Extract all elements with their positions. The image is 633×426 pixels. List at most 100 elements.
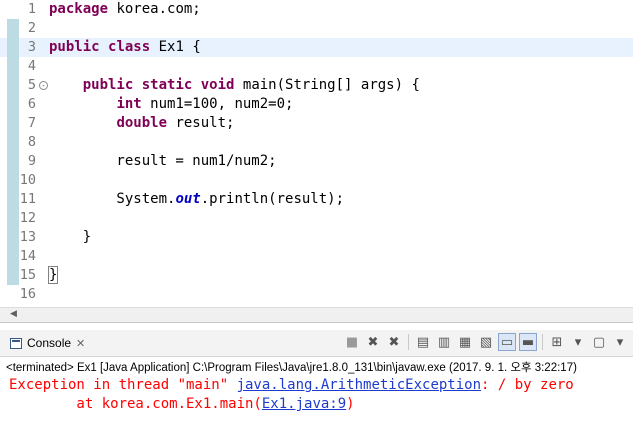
code-line[interactable]: 6 int num1=100, num2=0; <box>0 95 633 114</box>
code-line[interactable]: 2 <box>0 19 633 38</box>
error-line-1: Exception in thread "main" java.lang.Ari… <box>9 376 574 395</box>
code-text: package korea.com; <box>49 0 201 19</box>
console-toolbar: ■ ✖ ✖ ▤ ▥ ▦ ▧ ▭ ▬ ⊞ ▾ ▢ ▾ <box>343 333 629 351</box>
terminated-status: <terminated> Ex1 [Java Application] C:\P… <box>6 362 577 374</box>
line-number: 8 <box>27 134 36 150</box>
code-line[interactable]: 16 <box>0 285 633 304</box>
code-text: result = num1/num2; <box>49 152 277 171</box>
code-token: num1=100, num2=0; <box>141 96 294 112</box>
error-line-2: at korea.com.Ex1.main(Ex1.java:9) <box>9 395 355 414</box>
line-number: 7 <box>27 115 36 131</box>
code-text: int num1=100, num2=0; <box>49 95 293 114</box>
code-text: public static void main(String[] args) { <box>49 76 420 95</box>
line-number: 16 <box>19 286 36 302</box>
code-line[interactable]: 11 System.out.println(result); <box>0 190 633 209</box>
line-number: 3 <box>27 39 36 55</box>
code-line[interactable]: 13 } <box>0 228 633 247</box>
code-token: } <box>49 229 92 245</box>
console-header: Console ✕ ■ ✖ ✖ ▤ ▥ ▦ ▧ ▭ ▬ ⊞ ▾ ▢ ▾ <box>0 330 633 357</box>
line-number: 5 <box>27 77 36 93</box>
keyword-token: package <box>49 1 109 17</box>
line-number: 4 <box>27 58 36 74</box>
tab-console[interactable]: Console ✕ <box>6 332 89 354</box>
code-line[interactable]: 3 public class Ex1 { <box>0 38 633 57</box>
show-output-icon[interactable]: ▦ <box>456 333 474 351</box>
error-text: Exception in thread "main" <box>9 377 237 393</box>
exception-link[interactable]: java.lang.ArithmeticException <box>237 377 481 393</box>
code-line[interactable]: 8 <box>0 133 633 152</box>
close-icon[interactable]: ✕ <box>76 337 85 350</box>
code-line[interactable]: 1 package korea.com; <box>0 0 633 19</box>
code-line[interactable]: 10 <box>0 171 633 190</box>
line-number: 9 <box>27 153 36 169</box>
remove-launch-icon[interactable]: ✖ <box>364 333 382 351</box>
code-line[interactable]: 5- public static void main(String[] args… <box>0 76 633 95</box>
code-token: result; <box>167 115 235 131</box>
keyword-token: int <box>116 96 142 112</box>
console-tab-label: Console <box>27 336 72 350</box>
code-line[interactable]: 14 <box>0 247 633 266</box>
code-line[interactable]: 15} <box>0 266 633 285</box>
code-token: System. <box>49 191 176 207</box>
line-number: 2 <box>27 20 36 36</box>
new-console-icon[interactable]: ⊞ <box>548 333 566 351</box>
line-number: 13 <box>19 229 36 245</box>
keyword-token: public <box>82 77 134 93</box>
line-number: 6 <box>27 96 36 112</box>
stack-frame-text: at korea.com.Ex1.main( <box>9 396 262 412</box>
display-console-icon[interactable]: ▢ <box>590 333 608 351</box>
console-output[interactable]: <terminated> Ex1 [Java Application] C:\P… <box>0 357 633 426</box>
code-token: .println(result); <box>200 191 345 207</box>
scroll-lock-icon[interactable]: ▤ <box>414 333 432 351</box>
code-line[interactable]: 7 double result; <box>0 114 633 133</box>
error-text: : / by zero <box>481 377 574 393</box>
code-token: main(String[] args) { <box>234 77 420 93</box>
keyword-token: void <box>200 77 235 93</box>
matching-bracket: } <box>47 266 59 284</box>
view-menu-icon[interactable]: ▾ <box>611 333 629 351</box>
field-token: out <box>175 191 201 207</box>
code-text: double result; <box>49 114 234 133</box>
keyword-token: double <box>116 115 168 131</box>
code-line[interactable]: 4 <box>0 57 633 76</box>
keyword-token: static <box>141 77 193 93</box>
terminate-icon[interactable]: ■ <box>343 333 361 351</box>
code-editor[interactable]: 1 package korea.com; 2 3 public class Ex1 { 4… <box>0 0 633 309</box>
pin-console-icon[interactable]: ▧ <box>477 333 495 351</box>
line-number: 1 <box>27 1 36 17</box>
code-text: public class Ex1 { <box>49 38 201 57</box>
code-token: korea.com; <box>108 1 201 17</box>
code-line[interactable]: 12 <box>0 209 633 228</box>
word-wrap-icon[interactable]: ▥ <box>435 333 453 351</box>
code-token: result = num1/num2; <box>49 153 277 169</box>
toolbar-separator <box>542 334 543 350</box>
toolbar-separator <box>408 334 409 350</box>
remove-all-icon[interactable]: ✖ <box>385 333 403 351</box>
line-number: 14 <box>19 248 36 264</box>
code-line[interactable]: 9 result = num1/num2; <box>0 152 633 171</box>
keyword-token: public <box>49 39 100 55</box>
line-number: 12 <box>19 210 36 226</box>
code-token: Ex1 { <box>150 39 201 55</box>
console-icon <box>10 337 22 349</box>
line-number: 10 <box>19 172 36 188</box>
code-text: } <box>49 228 91 247</box>
scroll-left-icon[interactable]: ◀ <box>10 309 17 319</box>
horizontal-scrollbar[interactable]: ◀ <box>0 307 633 323</box>
line-number: 11 <box>19 191 36 207</box>
keyword-token: class <box>108 39 151 55</box>
show-stdout-icon[interactable]: ▭ <box>498 333 516 351</box>
line-number: 15 <box>19 267 36 283</box>
show-stderr-icon[interactable]: ▬ <box>519 333 537 351</box>
code-text: } <box>47 266 59 285</box>
fold-icon[interactable]: - <box>39 81 48 90</box>
source-location-link[interactable]: Ex1.java:9 <box>262 396 346 412</box>
stack-frame-text: ) <box>346 396 355 412</box>
new-console-dropdown-icon[interactable]: ▾ <box>569 333 587 351</box>
